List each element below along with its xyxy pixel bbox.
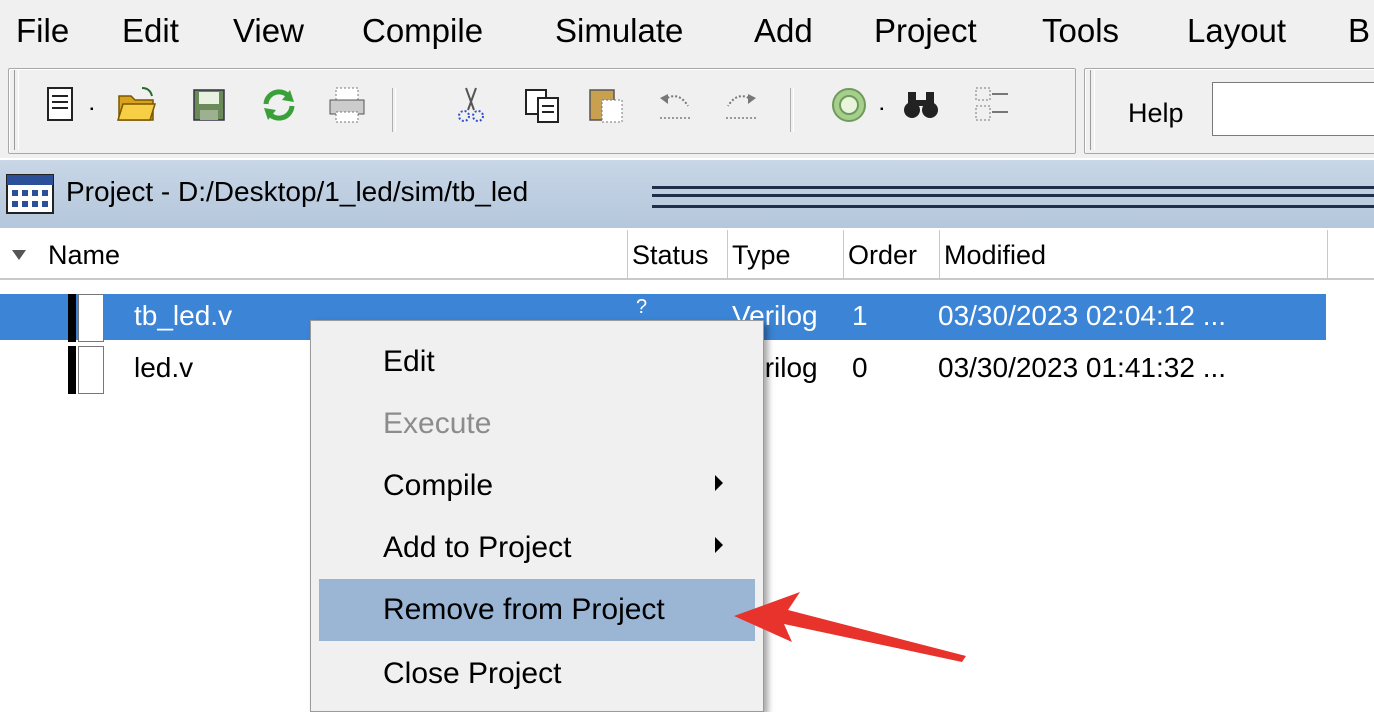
file-order: 1 bbox=[852, 300, 868, 331]
titlebar-grip-lines bbox=[652, 186, 1374, 208]
column-header-order[interactable]: Order bbox=[844, 230, 940, 280]
save-icon[interactable] bbox=[188, 84, 230, 126]
new-file-icon[interactable] bbox=[40, 84, 82, 126]
context-menu-close-project[interactable]: Close Project bbox=[319, 643, 755, 705]
toolbar: ▪ ▪ Help bbox=[0, 62, 1374, 158]
menu-bookmarks[interactable]: B bbox=[1348, 10, 1370, 52]
sort-triangle-icon[interactable] bbox=[12, 250, 26, 260]
find-in-files-icon[interactable] bbox=[970, 84, 1012, 126]
column-header-name[interactable]: Name bbox=[0, 230, 628, 280]
paste-icon[interactable] bbox=[586, 84, 628, 126]
context-menu: Edit Execute Compile Add to Project Remo… bbox=[310, 320, 764, 712]
column-header-status[interactable]: Status bbox=[628, 230, 728, 280]
file-modified: 03/30/2023 01:41:32 ... bbox=[938, 352, 1227, 383]
undo-icon[interactable] bbox=[654, 84, 696, 126]
reload-icon[interactable] bbox=[258, 84, 300, 126]
toolbar-grip[interactable] bbox=[14, 70, 19, 150]
help-search-input[interactable] bbox=[1212, 82, 1374, 136]
menu-simulate[interactable]: Simulate bbox=[555, 10, 683, 52]
context-menu-label: Edit bbox=[383, 345, 435, 378]
column-header-type[interactable]: Type bbox=[728, 230, 844, 280]
annotation-arrow-icon bbox=[734, 592, 966, 662]
submenu-arrow-icon bbox=[715, 475, 723, 491]
file-modified: 03/30/2023 02:04:12 ... bbox=[938, 300, 1227, 331]
context-menu-label: Add to Project bbox=[383, 531, 572, 564]
help-toolbar-grip[interactable] bbox=[1090, 70, 1095, 150]
menu-file[interactable]: File bbox=[16, 10, 69, 52]
compile-status-icon: ? bbox=[636, 296, 648, 318]
redo-icon[interactable] bbox=[720, 84, 762, 126]
file-order: 0 bbox=[852, 352, 868, 383]
compile-icon[interactable] bbox=[828, 84, 870, 126]
menu-edit[interactable]: Edit bbox=[122, 10, 179, 52]
menu-layout[interactable]: Layout bbox=[1187, 10, 1286, 52]
menu-bar: File Edit View Compile Simulate Add Proj… bbox=[0, 0, 1374, 62]
context-menu-label: Close Project bbox=[383, 657, 562, 690]
help-label: Help bbox=[1128, 98, 1184, 128]
verilog-file-icon bbox=[68, 294, 108, 342]
context-menu-edit[interactable]: Edit bbox=[319, 331, 755, 393]
column-header-filler bbox=[1328, 230, 1374, 280]
menu-view[interactable]: View bbox=[233, 10, 304, 52]
file-name: led.v bbox=[134, 352, 194, 383]
copy-icon[interactable] bbox=[522, 84, 564, 126]
menu-tools[interactable]: Tools bbox=[1042, 10, 1119, 52]
project-pane-titlebar[interactable]: Project - D:/Desktop/1_led/sim/tb_led bbox=[0, 160, 1374, 228]
cut-icon[interactable] bbox=[450, 84, 492, 126]
context-menu-remove-from-project[interactable]: Remove from Project bbox=[319, 579, 755, 641]
context-menu-add-to-project[interactable]: Add to Project bbox=[319, 517, 755, 579]
context-menu-label: Remove from Project bbox=[383, 593, 665, 626]
project-window-icon bbox=[6, 174, 54, 214]
new-file-dropdown-icon[interactable]: ▪ bbox=[90, 104, 98, 115]
menu-add[interactable]: Add bbox=[754, 10, 813, 52]
context-menu-execute: Execute bbox=[319, 393, 755, 455]
toolbar-separator bbox=[790, 88, 794, 132]
file-name: tb_led.v bbox=[134, 300, 233, 331]
submenu-arrow-icon bbox=[715, 537, 723, 553]
context-menu-label: Compile bbox=[383, 469, 494, 502]
print-icon[interactable] bbox=[326, 84, 368, 126]
menu-project[interactable]: Project bbox=[874, 10, 977, 52]
column-header-name-label: Name bbox=[48, 240, 121, 270]
context-menu-compile[interactable]: Compile bbox=[319, 455, 755, 517]
open-folder-icon[interactable] bbox=[116, 84, 158, 126]
context-menu-label: Execute bbox=[383, 407, 492, 440]
compile-dropdown-icon[interactable]: ▪ bbox=[880, 104, 888, 115]
verilog-file-icon bbox=[68, 346, 108, 394]
column-header-modified[interactable]: Modified bbox=[940, 230, 1328, 280]
find-icon[interactable] bbox=[900, 84, 942, 126]
toolbar-separator bbox=[392, 88, 396, 132]
menu-compile[interactable]: Compile bbox=[362, 10, 483, 52]
project-pane-title: Project - D:/Desktop/1_led/sim/tb_led bbox=[66, 176, 529, 207]
